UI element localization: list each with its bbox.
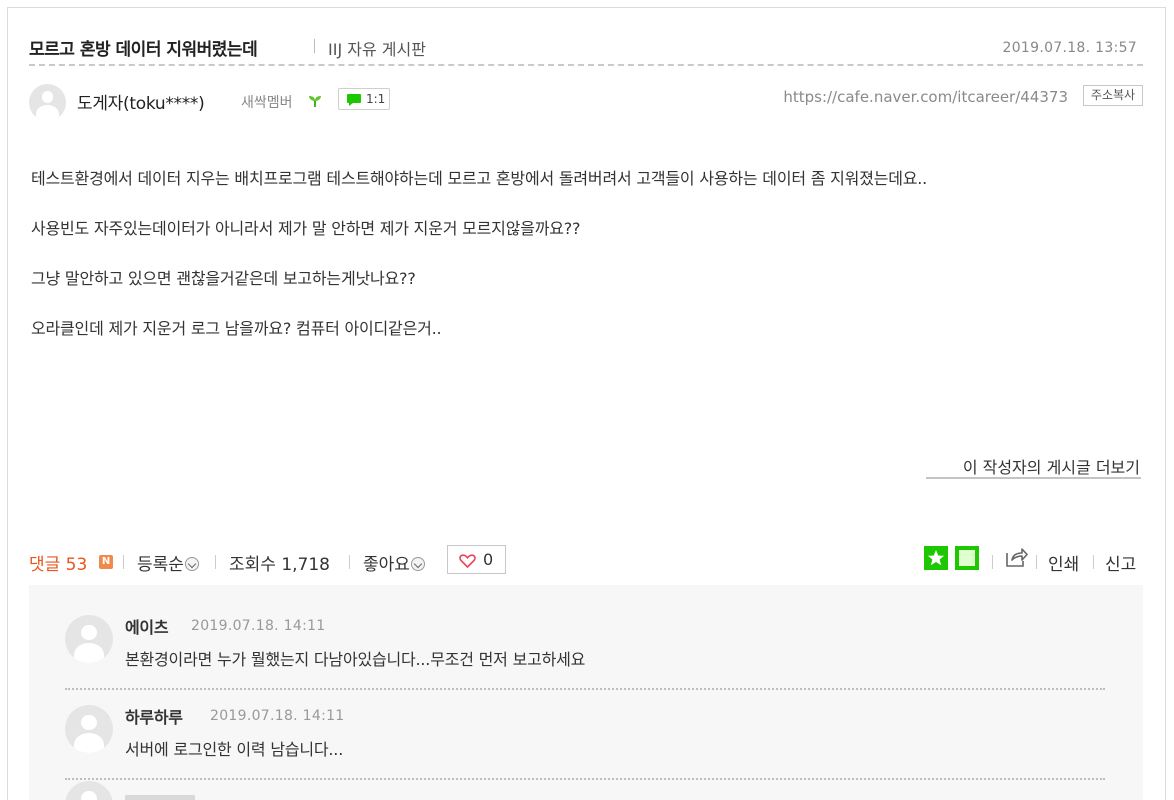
chat-label: 1:1 <box>366 92 386 106</box>
divider <box>1036 555 1037 569</box>
chat-bubble-icon <box>347 94 361 106</box>
sort-label: 등록순 <box>137 555 184 575</box>
commenter-avatar[interactable] <box>65 781 113 800</box>
print-button[interactable]: 인쇄 <box>1048 550 1079 575</box>
comment-text: 본환경이라면 누가 뭘했는지 다남아있습니다...무조건 먼저 보고하세요 <box>125 650 586 669</box>
comment-count[interactable]: 댓글 53 <box>29 550 87 575</box>
report-button[interactable]: 신고 <box>1105 550 1136 575</box>
commenter-nickname[interactable]: 에이츠 <box>125 614 169 638</box>
divider <box>215 555 216 569</box>
commenter-avatar[interactable] <box>65 705 113 753</box>
divider <box>123 555 124 569</box>
commenter-nickname-placeholder <box>125 795 195 800</box>
author-nickname[interactable]: 도게자(toku****) <box>77 89 205 114</box>
copy-address-button[interactable]: 주소복사 <box>1083 85 1143 106</box>
divider <box>992 555 993 569</box>
comment-date: 2019.07.18. 14:11 <box>191 618 326 634</box>
content-paragraph: 사용빈도 자주있는데이터가 아니라서 제가 말 안하면 제가 지운거 모르지않을… <box>31 219 581 238</box>
board-name-link[interactable]: IIJ 자유 게시판 <box>328 36 426 60</box>
author-avatar[interactable] <box>29 84 66 121</box>
title-separator <box>314 39 315 53</box>
comment-text: 서버에 로그인한 이력 남습니다... <box>125 740 344 759</box>
new-badge: N <box>99 555 113 569</box>
comment-item: 하루하루 2019.07.18. 14:11 서버에 로그인한 이력 남습니다.… <box>65 690 1105 780</box>
star-icon <box>927 550 945 566</box>
content-paragraph: 테스트환경에서 데이터 지우는 배치프로그램 테스트해야하는데 모르고 혼방에서… <box>31 169 928 188</box>
star-button[interactable] <box>924 546 948 570</box>
like-button[interactable]: 0 <box>447 545 506 574</box>
commenter-nickname[interactable]: 하루하루 <box>125 704 183 728</box>
author-info: 도게자(toku****) 새싹멤버 1:1 https://cafe.nave… <box>29 82 1143 122</box>
post-actions-bar: 댓글 53 N 등록순 조회수 1,718 좋아요 0 인쇄 신고 <box>29 545 1143 577</box>
view-count: 조회수 1,718 <box>229 555 330 575</box>
comment-date: 2019.07.18. 14:11 <box>210 708 345 724</box>
post-date: 2019.07.18. 13:57 <box>1002 40 1137 56</box>
post-url: https://cafe.naver.com/itcareer/44373 <box>783 88 1068 106</box>
post-title: 모르고 혼방 데이터 지워버렸는데 <box>29 40 258 60</box>
chevron-down-icon <box>184 557 199 571</box>
divider <box>1093 555 1094 569</box>
author-more-posts-link[interactable]: 이 작성자의 게시글 더보기 <box>926 454 1141 479</box>
divider <box>349 555 350 569</box>
likes-dropdown[interactable]: 좋아요 <box>363 550 425 575</box>
chevron-down-icon <box>410 557 425 571</box>
comment-item: 에이츠 2019.07.18. 14:11 본환경이라면 누가 뭘했는지 다남아… <box>65 600 1105 690</box>
post-content: 테스트환경에서 데이터 지우는 배치프로그램 테스트해야하는데 모르고 혼방에서… <box>31 167 1151 367</box>
likes-label: 좋아요 <box>363 555 410 575</box>
member-grade: 새싹멤버 <box>241 95 293 111</box>
heart-icon <box>459 554 476 568</box>
square-icon[interactable] <box>955 546 979 570</box>
comment-list: 에이츠 2019.07.18. 14:11 본환경이라면 누가 뭘했는지 다남아… <box>29 585 1143 800</box>
post-header: 모르고 혼방 데이터 지워버렸는데 IIJ 자유 게시판 2019.07.18.… <box>29 32 1143 66</box>
like-count: 0 <box>483 550 494 569</box>
chat-button[interactable]: 1:1 <box>338 88 390 110</box>
share-icon[interactable] <box>1004 546 1028 573</box>
commenter-avatar[interactable] <box>65 615 113 663</box>
sprout-icon <box>309 96 321 107</box>
sort-dropdown[interactable]: 등록순 <box>137 550 199 575</box>
content-paragraph: 오라클인데 제가 지운거 로그 남을까요? 컴퓨터 아이디같은거.. <box>31 319 442 338</box>
content-paragraph: 그냥 말안하고 있으면 괜찮을거같은데 보고하는게낫나요?? <box>31 269 416 288</box>
